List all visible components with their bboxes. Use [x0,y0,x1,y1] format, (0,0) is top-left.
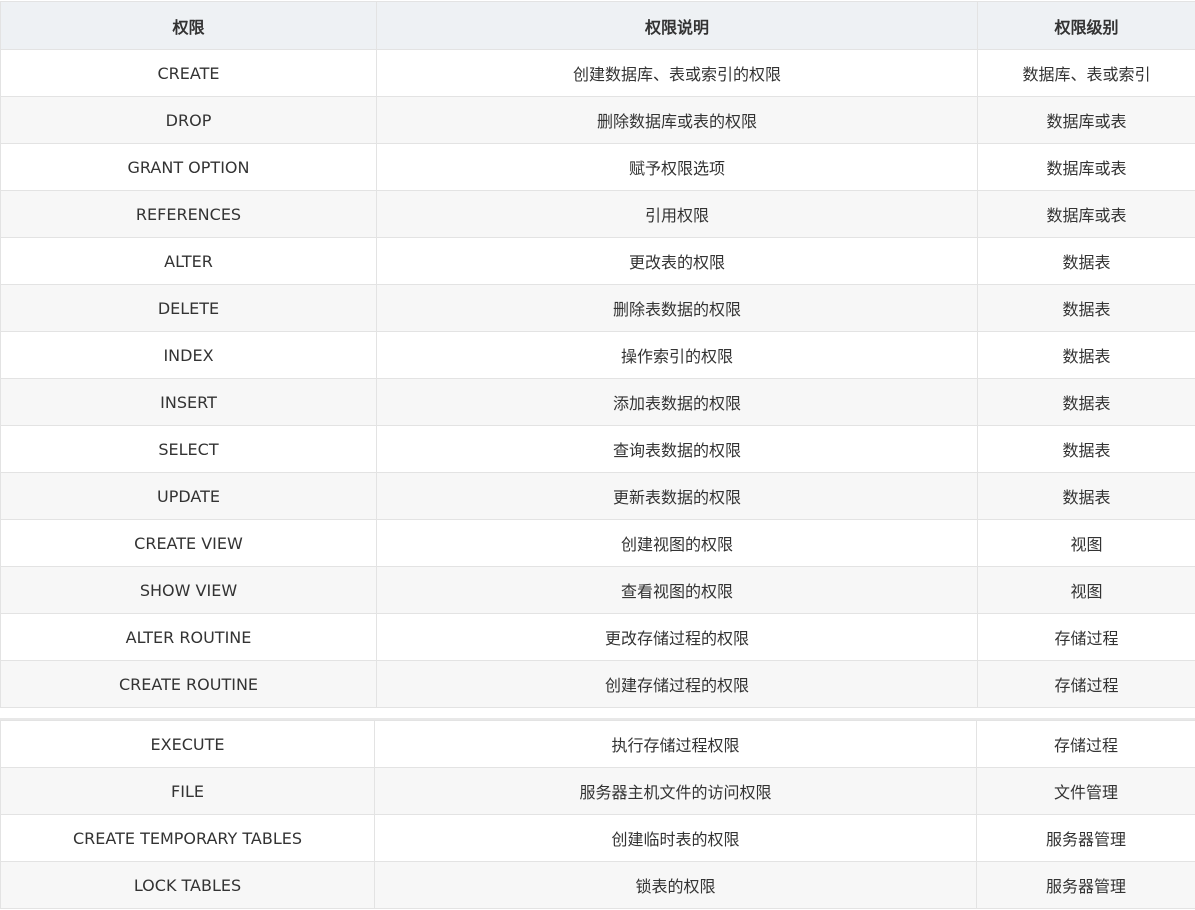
privilege-level-cell: 视图 [977,566,1195,614]
privilege-description-cell: 删除数据库或表的权限 [376,96,978,144]
privilege-description-cell: 赋予权限选项 [376,143,978,191]
privilege-name-cell: SELECT [0,425,377,473]
header-level: 权限级别 [977,1,1195,50]
privilege-name-cell: REFERENCES [0,190,377,238]
table-row: CREATE TEMPORARY TABLES 创建临时表的权限 服务器管理 [0,814,1195,862]
privileges-table: 权限 权限说明 权限级别 CREATE 创建数据库、表或索引的权限 数据库、表或索引… [0,1,1195,708]
privilege-description-cell: 创建数据库、表或索引的权限 [376,49,978,97]
table-row: CREATE 创建数据库、表或索引的权限 数据库、表或索引 [0,49,1195,97]
privilege-description-cell: 查询表数据的权限 [376,425,978,473]
header-privilege: 权限 [0,1,377,50]
table-row: CREATE VIEW 创建视图的权限 视图 [0,519,1195,567]
privilege-level-cell: 数据表 [977,378,1195,426]
privilege-level-cell: 数据表 [977,284,1195,332]
privilege-level-cell: 数据表 [977,331,1195,379]
privilege-name-cell: CREATE ROUTINE [0,660,377,708]
privilege-description-cell: 删除表数据的权限 [376,284,978,332]
privilege-name-cell: EXECUTE [0,720,375,768]
privileges-table-container: 权限 权限说明 权限级别 CREATE 创建数据库、表或索引的权限 数据库、表或索引… [0,0,1195,910]
table-row: ALTER 更改表的权限 数据表 [0,237,1195,285]
privilege-name-cell: GRANT OPTION [0,143,377,191]
privilege-description-cell: 查看视图的权限 [376,566,978,614]
privilege-level-cell: 文件管理 [976,767,1195,815]
privilege-description-cell: 引用权限 [376,190,978,238]
table-row: UPDATE 更新表数据的权限 数据表 [0,472,1195,520]
table-row: INSERT 添加表数据的权限 数据表 [0,378,1195,426]
privilege-name-cell: CREATE VIEW [0,519,377,567]
table-row: SELECT 查询表数据的权限 数据表 [0,425,1195,473]
privilege-name-cell: ALTER ROUTINE [0,613,377,661]
privileges-table-continued: EXECUTE 执行存储过程权限 存储过程 FILE 服务器主机文件的访问权限 文件管理 C… [0,720,1195,909]
privilege-description-cell: 操作索引的权限 [376,331,978,379]
privilege-level-cell: 存储过程 [977,660,1195,708]
privilege-name-cell: CREATE TEMPORARY TABLES [0,814,375,862]
privilege-name-cell: LOCK TABLES [0,861,375,909]
privilege-name-cell: ALTER [0,237,377,285]
privilege-level-cell: 视图 [977,519,1195,567]
privilege-name-cell: DROP [0,96,377,144]
table-row: FILE 服务器主机文件的访问权限 文件管理 [0,767,1195,815]
table-body-top: CREATE 创建数据库、表或索引的权限 数据库、表或索引 DROP 删除数据库或表的权… [0,49,1195,708]
table-row: EXECUTE 执行存储过程权限 存储过程 [0,720,1195,768]
privilege-description-cell: 更改表的权限 [376,237,978,285]
privilege-level-cell: 存储过程 [977,613,1195,661]
table-row: ALTER ROUTINE 更改存储过程的权限 存储过程 [0,613,1195,661]
table-row: GRANT OPTION 赋予权限选项 数据库或表 [0,143,1195,191]
header-description: 权限说明 [376,1,978,50]
privilege-level-cell: 数据库或表 [977,143,1195,191]
privilege-level-cell: 数据表 [977,472,1195,520]
privilege-description-cell: 创建存储过程的权限 [376,660,978,708]
privilege-name-cell: SHOW VIEW [0,566,377,614]
privilege-level-cell: 存储过程 [976,720,1195,768]
privilege-name-cell: INSERT [0,378,377,426]
privilege-name-cell: DELETE [0,284,377,332]
privilege-level-cell: 数据表 [977,425,1195,473]
privilege-level-cell: 数据库、表或索引 [977,49,1195,97]
privilege-level-cell: 数据库或表 [977,190,1195,238]
privilege-level-cell: 服务器管理 [976,814,1195,862]
table-row: CREATE ROUTINE 创建存储过程的权限 存储过程 [0,660,1195,708]
privilege-level-cell: 服务器管理 [976,861,1195,909]
privilege-description-cell: 执行存储过程权限 [374,720,977,768]
table-row: DROP 删除数据库或表的权限 数据库或表 [0,96,1195,144]
privilege-name-cell: UPDATE [0,472,377,520]
privilege-level-cell: 数据库或表 [977,96,1195,144]
privilege-description-cell: 创建临时表的权限 [374,814,977,862]
privilege-description-cell: 添加表数据的权限 [376,378,978,426]
privilege-name-cell: INDEX [0,331,377,379]
table-header: 权限 权限说明 权限级别 [0,1,1195,50]
header-row: 权限 权限说明 权限级别 [0,1,1195,50]
table-row: SHOW VIEW 查看视图的权限 视图 [0,566,1195,614]
table-body-bottom: EXECUTE 执行存储过程权限 存储过程 FILE 服务器主机文件的访问权限 文件管理 C… [0,720,1195,909]
table-row: DELETE 删除表数据的权限 数据表 [0,284,1195,332]
privilege-description-cell: 创建视图的权限 [376,519,978,567]
privilege-name-cell: FILE [0,767,375,815]
privilege-description-cell: 锁表的权限 [374,861,977,909]
privilege-name-cell: CREATE [0,49,377,97]
table-row: REFERENCES 引用权限 数据库或表 [0,190,1195,238]
privilege-level-cell: 数据表 [977,237,1195,285]
table-row: LOCK TABLES 锁表的权限 服务器管理 [0,861,1195,909]
privilege-description-cell: 更新表数据的权限 [376,472,978,520]
table-row: INDEX 操作索引的权限 数据表 [0,331,1195,379]
privilege-description-cell: 更改存储过程的权限 [376,613,978,661]
privilege-description-cell: 服务器主机文件的访问权限 [374,767,977,815]
